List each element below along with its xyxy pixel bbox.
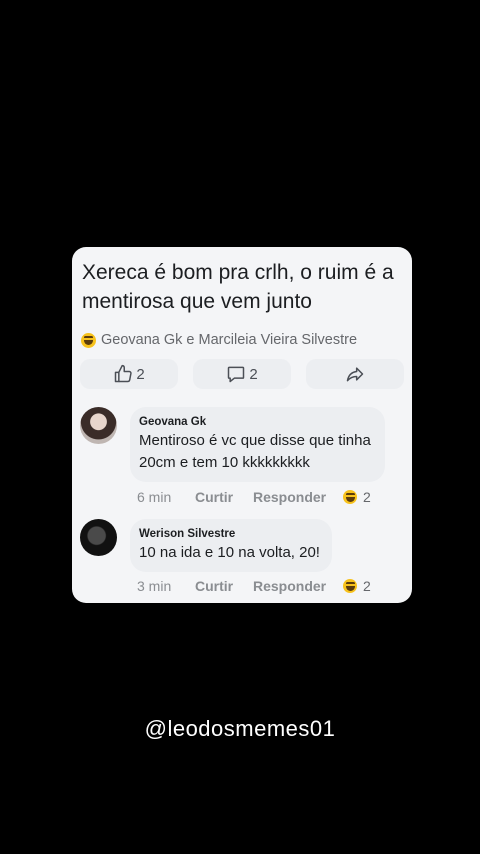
comment-like-button[interactable]: Curtir <box>195 489 253 505</box>
watermark-handle: @leodosmemes01 <box>144 716 336 741</box>
comment-icon <box>228 366 245 383</box>
comment-reaction-count: 2 <box>363 578 371 594</box>
laugh-reaction-icon <box>343 579 357 593</box>
share-button[interactable] <box>306 359 404 389</box>
reactors-row[interactable]: Geovana Gk e Marcileia Vieira Silvestre <box>81 332 357 348</box>
comment-time: 3 min <box>137 578 172 594</box>
thumbs-up-icon <box>115 364 132 383</box>
share-icon <box>346 367 364 382</box>
post-card: Xereca é bom pra crlh, o ruim é a mentir… <box>72 247 412 603</box>
comment-bubble[interactable]: Werison Silvestre 10 na ida e 10 na volt… <box>130 519 332 572</box>
post-actions: 2 2 <box>80 359 404 389</box>
reactors-names: Geovana Gk e Marcileia Vieira Silvestre <box>101 332 358 348</box>
comment-text: Mentiroso é vc que disse que tinha 20cm … <box>139 432 371 471</box>
comment-author[interactable]: Geovana Gk <box>139 414 373 430</box>
comment-reply-button[interactable]: Responder <box>253 578 343 594</box>
screen: Xereca é bom pra crlh, o ruim é a mentir… <box>0 0 480 854</box>
comment-button[interactable]: 2 <box>193 359 291 389</box>
comment-reply-button[interactable]: Responder <box>253 489 343 505</box>
comment-text: 10 na ida e 10 na volta, 20! <box>139 544 320 561</box>
comment-count: 2 <box>249 365 258 383</box>
post-text: Xereca é bom pra crlh, o ruim é a mentir… <box>82 261 394 313</box>
avatar[interactable] <box>80 519 117 556</box>
comment-meta: 3 min Curtir Responder 2 <box>137 578 371 594</box>
comment-meta: 6 min Curtir Responder 2 <box>137 489 371 505</box>
comment-reactions[interactable]: 2 <box>343 489 371 505</box>
comment-like-button[interactable]: Curtir <box>195 578 253 594</box>
comment-author[interactable]: Werison Silvestre <box>139 526 320 542</box>
like-count: 2 <box>136 365 145 383</box>
comment-time: 6 min <box>137 489 172 505</box>
comment-bubble[interactable]: Geovana Gk Mentiroso é vc que disse que … <box>130 407 385 482</box>
laugh-reaction-icon <box>343 490 357 504</box>
comment-reactions[interactable]: 2 <box>343 578 371 594</box>
avatar[interactable] <box>80 407 117 444</box>
comment-reaction-count: 2 <box>363 489 371 505</box>
like-button[interactable]: 2 <box>80 359 178 389</box>
laugh-reaction-icon <box>81 332 96 348</box>
